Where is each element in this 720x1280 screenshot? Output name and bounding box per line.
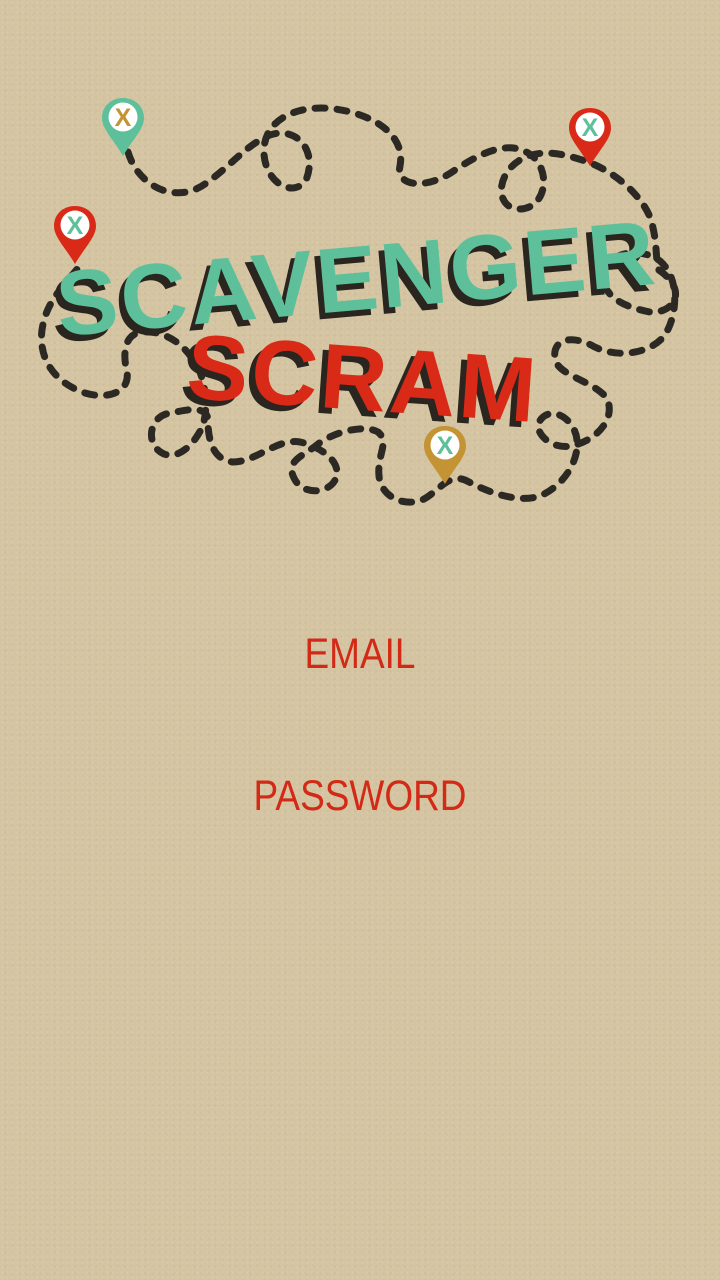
svg-text:X: X [67, 212, 84, 240]
email-label: EMAIL [304, 630, 416, 678]
logo-title: SCAVENGER SCAVENGER SCRAM SCRAM [47, 202, 662, 448]
map-pin-icon: X [102, 98, 144, 156]
app-logo: X X X X SCAVENGER SCAVENGER SCRAM SCRAM [0, 0, 720, 540]
password-label: PASSWORD [253, 772, 467, 820]
email-field[interactable] [110, 680, 614, 742]
svg-text:X: X [582, 114, 599, 142]
password-field[interactable] [110, 822, 614, 884]
svg-text:X: X [115, 104, 132, 132]
